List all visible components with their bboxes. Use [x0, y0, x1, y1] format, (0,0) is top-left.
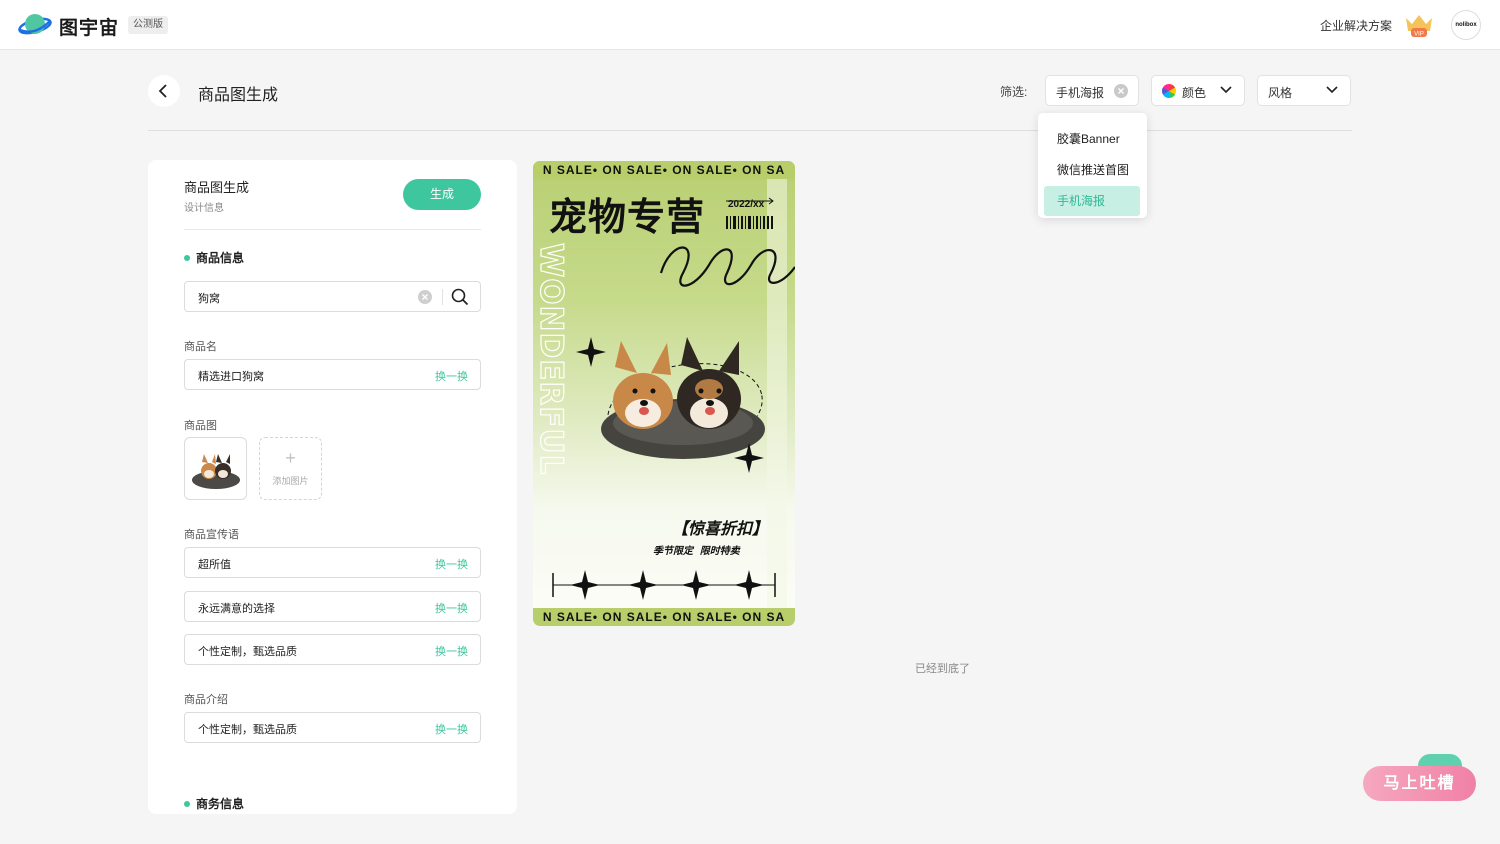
dropdown-option-wechat-cover[interactable]: 微信推送首图	[1044, 155, 1140, 185]
product-name-value: 精选进口狗窝	[198, 371, 264, 383]
product-name-label: 商品名	[184, 341, 217, 353]
slogan-value: 永远满意的选择	[198, 603, 275, 615]
swap-slogan-button[interactable]: 换一换	[435, 643, 468, 659]
add-image-button[interactable]: + 添加图片	[259, 437, 322, 500]
search-value: 狗窝	[198, 293, 220, 305]
product-image-thumbnail[interactable]	[184, 437, 247, 500]
planet-logo-icon[interactable]	[18, 10, 52, 40]
slogan-field-2[interactable]: 永远满意的选择 换一换	[184, 591, 481, 622]
swap-slogan-button[interactable]: 换一换	[435, 556, 468, 572]
business-info-title: 商务信息	[196, 797, 245, 811]
poster-title: 宠物专营	[549, 195, 706, 239]
end-of-list-text: 已经到底了	[915, 663, 970, 675]
chevron-down-icon	[1326, 86, 1338, 94]
user-avatar[interactable]: nolibox	[1451, 10, 1481, 40]
section-dot	[184, 254, 190, 261]
top-bar: 图宇宙 公测版 企业解决方案 VIP nolibox	[0, 0, 1500, 50]
type-filter-select[interactable]: 手机海报	[1045, 75, 1139, 106]
poster-subtitle: 季节限定 限时特卖	[653, 546, 740, 557]
header-divider	[148, 130, 1352, 131]
poster-discount-tag: 【惊喜折扣】	[672, 521, 769, 538]
color-filter-select[interactable]: 颜色	[1151, 75, 1245, 106]
poster-preview[interactable]: N SALE• ON SALE• ON SALE• ON SA 宠物专营 202…	[533, 161, 795, 626]
business-info-section: 商务信息	[184, 795, 244, 812]
slogan-value: 个性定制，甄选品质	[198, 646, 297, 658]
dropdown-option-mobile-poster[interactable]: 手机海报	[1044, 186, 1140, 216]
vip-crown-icon[interactable]: VIP	[1403, 12, 1435, 38]
product-image-label: 商品图	[184, 420, 217, 432]
generate-button[interactable]: 生成	[403, 179, 481, 210]
type-filter-dropdown: 胶囊Banner 微信推送首图 手机海报	[1038, 113, 1147, 218]
style-filter-select[interactable]: 风格	[1257, 75, 1351, 106]
dropdown-option-capsule-banner[interactable]: 胶囊Banner	[1044, 124, 1140, 154]
product-info-title: 商品信息	[196, 251, 245, 265]
filter-label: 筛选:	[1000, 85, 1028, 99]
clear-search-icon[interactable]	[417, 289, 433, 305]
section-dot	[184, 800, 190, 807]
intro-label: 商品介绍	[184, 694, 228, 706]
style-filter-label: 风格	[1268, 86, 1293, 100]
sale-strip-bottom: N SALE• ON SALE• ON SALE• ON SA	[533, 608, 795, 626]
slogan-value: 超所值	[198, 559, 231, 571]
svg-text:WONDERFUL: WONDERFUL	[533, 243, 569, 475]
vip-badge-text: VIP	[1414, 32, 1424, 38]
product-search-input[interactable]: 狗窝	[184, 281, 481, 312]
intro-value: 个性定制，甄选品质	[198, 724, 297, 736]
product-name-field[interactable]: 精选进口狗窝 换一换	[184, 359, 481, 390]
color-filter-label: 颜色	[1182, 86, 1207, 100]
beta-badge: 公测版	[128, 16, 168, 34]
slogan-field-3[interactable]: 个性定制，甄选品质 换一换	[184, 634, 481, 665]
page-title: 商品图生成	[198, 87, 279, 104]
enterprise-solutions-link[interactable]: 企业解决方案	[1320, 17, 1392, 34]
swap-product-name-button[interactable]: 换一换	[435, 368, 468, 384]
back-button[interactable]	[148, 75, 180, 107]
color-wheel-icon	[1162, 84, 1176, 98]
swap-intro-button[interactable]: 换一换	[435, 721, 468, 737]
slogan-label: 商品宣传语	[184, 529, 239, 541]
chevron-left-icon	[158, 84, 167, 98]
slogan-field-1[interactable]: 超所值 换一换	[184, 547, 481, 578]
plus-icon: +	[285, 448, 296, 468]
brand-name[interactable]: 图宇宙	[59, 13, 119, 40]
search-separator	[442, 289, 443, 305]
swap-slogan-button[interactable]: 换一换	[435, 600, 468, 616]
chevron-down-icon	[1220, 86, 1232, 94]
panel-title: 商品图生成	[184, 180, 250, 195]
wonderful-vertical-text: WONDERFUL	[533, 243, 570, 476]
poster-date: 2022/xx	[728, 199, 765, 210]
dog-bed-thumbnail-image	[192, 454, 240, 489]
design-info-panel: 商品图生成 设计信息 生成 商品信息 狗窝 商品名 精选进口狗窝 换一换 商品图	[148, 160, 517, 814]
panel-subtitle: 设计信息	[184, 203, 224, 214]
type-filter-value: 手机海报	[1056, 86, 1105, 100]
intro-field[interactable]: 个性定制，甄选品质 换一换	[184, 712, 481, 743]
add-image-label: 添加图片	[272, 476, 309, 486]
product-info-section: 商品信息	[184, 249, 244, 266]
feedback-button[interactable]: 马上吐槽	[1363, 766, 1476, 801]
sale-strip-top: N SALE• ON SALE• ON SALE• ON SA	[533, 161, 795, 179]
panel-divider	[184, 229, 481, 230]
clear-filter-icon[interactable]	[1113, 83, 1129, 99]
search-icon[interactable]	[451, 288, 469, 306]
